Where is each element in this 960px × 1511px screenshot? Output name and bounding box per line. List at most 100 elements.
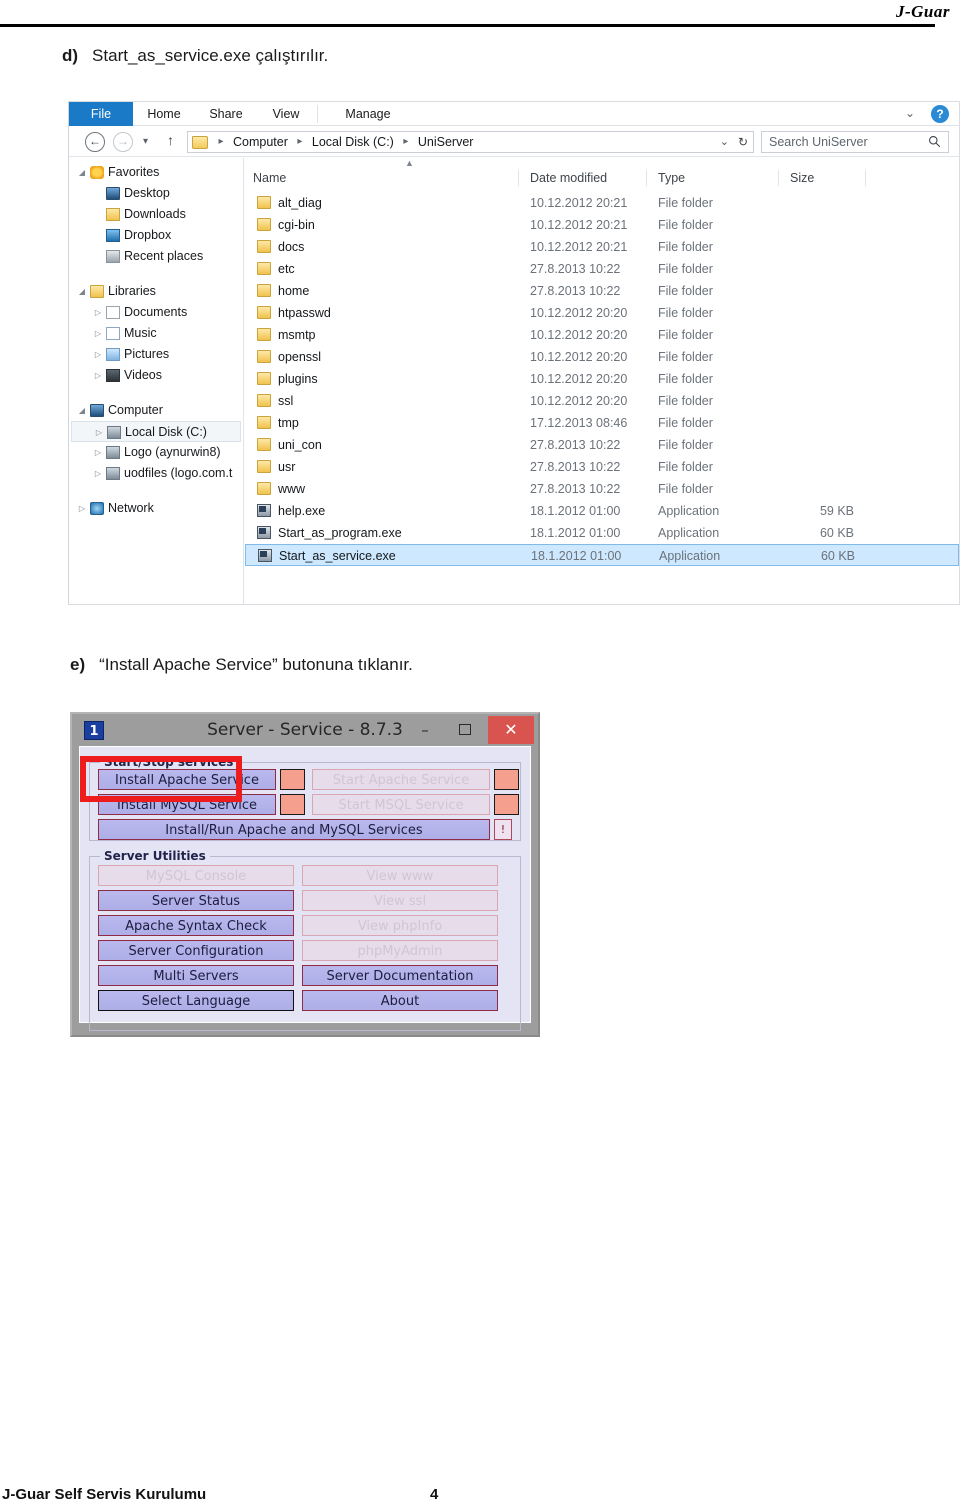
sidebar-item-label: Documents xyxy=(124,305,188,319)
chevron-down-icon[interactable]: ⌄ xyxy=(901,104,919,122)
button-server-documentation[interactable]: Server Documentation xyxy=(302,965,498,986)
breadcrumb-item-computer[interactable]: Computer xyxy=(232,132,289,152)
breadcrumb[interactable]: ▸ Computer ▸ Local Disk (C:) ▸ UniServer… xyxy=(187,131,754,153)
search-input[interactable]: Search UniServer xyxy=(761,131,949,153)
table-row[interactable]: msmtp 10.12.2012 20:20 File folder xyxy=(245,324,959,346)
table-row[interactable]: usr 27.8.2013 10:22 File folder xyxy=(245,456,959,478)
table-row[interactable]: docs 10.12.2012 20:21 File folder xyxy=(245,236,959,258)
chevron-icon[interactable]: ▷ xyxy=(75,498,89,519)
file-date-modified: 10.12.2012 20:21 xyxy=(530,218,628,232)
chevron-icon[interactable]: ◢ xyxy=(75,281,89,302)
chevron-icon[interactable]: ▷ xyxy=(91,463,105,484)
column-header-date-modified[interactable]: Date modified xyxy=(530,167,607,190)
column-divider[interactable] xyxy=(865,170,866,186)
ribbon-tab-share[interactable]: Share xyxy=(195,102,257,126)
maximize-button[interactable] xyxy=(448,718,482,742)
table-row[interactable]: ssl 10.12.2012 20:20 File folder xyxy=(245,390,959,412)
chevron-icon[interactable]: ◢ xyxy=(75,400,89,421)
sidebar-item-uodfiles-logo-com-t[interactable]: ▷ uodfiles (logo.com.t xyxy=(71,463,241,484)
indicator-start-apache-service[interactable] xyxy=(494,769,519,790)
sidebar-item-favorites[interactable]: ◢ Favorites xyxy=(71,162,241,183)
table-row[interactable]: htpasswd 10.12.2012 20:20 File folder xyxy=(245,302,959,324)
button-multi-servers[interactable]: Multi Servers xyxy=(98,965,294,986)
sidebar-item-label: Network xyxy=(108,501,154,515)
table-row[interactable]: alt_diag 10.12.2012 20:21 File folder xyxy=(245,192,959,214)
chevron-icon[interactable]: ▷ xyxy=(92,422,106,443)
table-row[interactable]: home 27.8.2013 10:22 File folder xyxy=(245,280,959,302)
ribbon-tab-view[interactable]: View xyxy=(257,102,315,126)
table-row[interactable]: help.exe 18.1.2012 01:00 Application 59 KB xyxy=(245,500,959,522)
chevron-icon[interactable]: ▷ xyxy=(91,365,105,386)
breadcrumb-item-uniserver[interactable]: UniServer xyxy=(417,132,475,152)
ribbon-tab-home[interactable]: Home xyxy=(133,102,195,126)
search-icon[interactable] xyxy=(928,135,941,148)
table-row[interactable]: etc 27.8.2013 10:22 File folder xyxy=(245,258,959,280)
header-rule xyxy=(0,24,935,27)
dialog-titlebar[interactable]: 1 Server - Service - 8.7.3 – ✕ xyxy=(72,714,538,746)
sidebar-item-downloads[interactable]: Downloads xyxy=(71,204,241,225)
table-row[interactable]: tmp 17.12.2013 08:46 File folder xyxy=(245,412,959,434)
column-divider[interactable] xyxy=(518,170,519,186)
file-list-pane[interactable]: ▲ Name Date modified Type Size alt_diag 10.1… xyxy=(245,158,959,604)
table-row[interactable]: Start_as_service.exe 18.1.2012 01:00 Appli… xyxy=(245,544,959,566)
up-icon[interactable]: ↑ xyxy=(167,132,174,148)
sidebar-item-documents[interactable]: ▷ Documents xyxy=(71,302,241,323)
table-row[interactable]: openssl 10.12.2012 20:20 File folder xyxy=(245,346,959,368)
indicator-install-run-warning[interactable]: ! xyxy=(494,819,512,840)
refresh-icon[interactable]: ↻ xyxy=(738,132,748,152)
indicator-start-msql-service[interactable] xyxy=(494,794,519,815)
table-row[interactable]: plugins 10.12.2012 20:20 File folder xyxy=(245,368,959,390)
chevron-icon[interactable]: ◢ xyxy=(75,162,89,183)
table-row[interactable]: cgi-bin 10.12.2012 20:21 File folder xyxy=(245,214,959,236)
column-header-size[interactable]: Size xyxy=(790,167,814,190)
breadcrumb-item-local-disk[interactable]: Local Disk (C:) xyxy=(311,132,395,152)
sidebar-item-recent-places[interactable]: Recent places xyxy=(71,246,241,267)
file-date-modified: 27.8.2013 10:22 xyxy=(530,460,621,474)
sidebar-item-pictures[interactable]: ▷ Pictures xyxy=(71,344,241,365)
sidebar-item-music[interactable]: ▷ Music xyxy=(71,323,241,344)
forward-icon[interactable]: → xyxy=(113,132,133,152)
indicator-install-mysql-service[interactable] xyxy=(280,794,305,815)
folder-icon xyxy=(257,460,271,473)
sidebar-item-desktop[interactable]: Desktop xyxy=(71,183,241,204)
minimize-button[interactable]: – xyxy=(408,718,442,742)
sidebar-item-logo-aynurwin8[interactable]: ▷ Logo (aynurwin8) xyxy=(71,442,241,463)
button-server-status[interactable]: Server Status xyxy=(98,890,294,911)
sidebar-item-videos[interactable]: ▷ Videos xyxy=(71,365,241,386)
chevron-icon[interactable]: ▷ xyxy=(91,323,105,344)
sidebar-item-libraries[interactable]: ◢ Libraries xyxy=(71,281,241,302)
column-header-name[interactable]: Name xyxy=(253,167,286,190)
file-explorer-window[interactable]: File Home Share View Manage ⌄ ? ← → ▾ ↑ … xyxy=(68,101,960,605)
chevron-icon[interactable]: ▷ xyxy=(91,442,105,463)
sidebar-item-network[interactable]: ▷ Network xyxy=(71,498,241,519)
indicator-install-apache-service[interactable] xyxy=(280,769,305,790)
chevron-icon[interactable]: ▷ xyxy=(91,302,105,323)
button-select-language[interactable]: Select Language xyxy=(98,990,294,1011)
breadcrumb-dropdown-icon[interactable]: ⌄ xyxy=(720,132,729,152)
column-header-type[interactable]: Type xyxy=(658,167,685,190)
column-divider[interactable] xyxy=(778,170,779,186)
table-row[interactable]: www 27.8.2013 10:22 File folder xyxy=(245,478,959,500)
button-server-configuration[interactable]: Server Configuration xyxy=(98,940,294,961)
chevron-icon[interactable]: ▷ xyxy=(91,344,105,365)
back-icon[interactable]: ← xyxy=(85,132,105,152)
sidebar-item-dropbox[interactable]: Dropbox xyxy=(71,225,241,246)
table-row[interactable]: uni_con 27.8.2013 10:22 File folder xyxy=(245,434,959,456)
ribbon-tab-file[interactable]: File xyxy=(69,102,133,126)
sidebar-item-label: Logo (aynurwin8) xyxy=(124,445,221,459)
help-icon[interactable]: ? xyxy=(931,105,949,123)
computer-icon xyxy=(90,404,104,417)
table-row[interactable]: Start_as_program.exe 18.1.2012 01:00 Appli… xyxy=(245,522,959,544)
column-header-row[interactable]: Name Date modified Type Size xyxy=(245,167,959,190)
sidebar-item-local-disk-c[interactable]: ▷ Local Disk (C:) xyxy=(71,421,241,442)
sidebar-item-computer[interactable]: ◢ Computer xyxy=(71,400,241,421)
ribbon-tab-manage[interactable]: Manage xyxy=(329,102,407,126)
recent-locations-icon[interactable]: ▾ xyxy=(143,136,148,147)
button-apache-syntax-check[interactable]: Apache Syntax Check xyxy=(98,915,294,936)
file-type: File folder xyxy=(658,482,713,496)
column-divider[interactable] xyxy=(646,170,647,186)
button-install-run-apache-and-mysql-services[interactable]: Install/Run Apache and MySQL Services xyxy=(98,819,490,840)
close-button[interactable]: ✕ xyxy=(488,716,534,744)
button-about[interactable]: About xyxy=(302,990,498,1011)
navigation-pane[interactable]: ◢ Favorites Desktop Downloads Dropbox Recent … xyxy=(69,158,244,604)
